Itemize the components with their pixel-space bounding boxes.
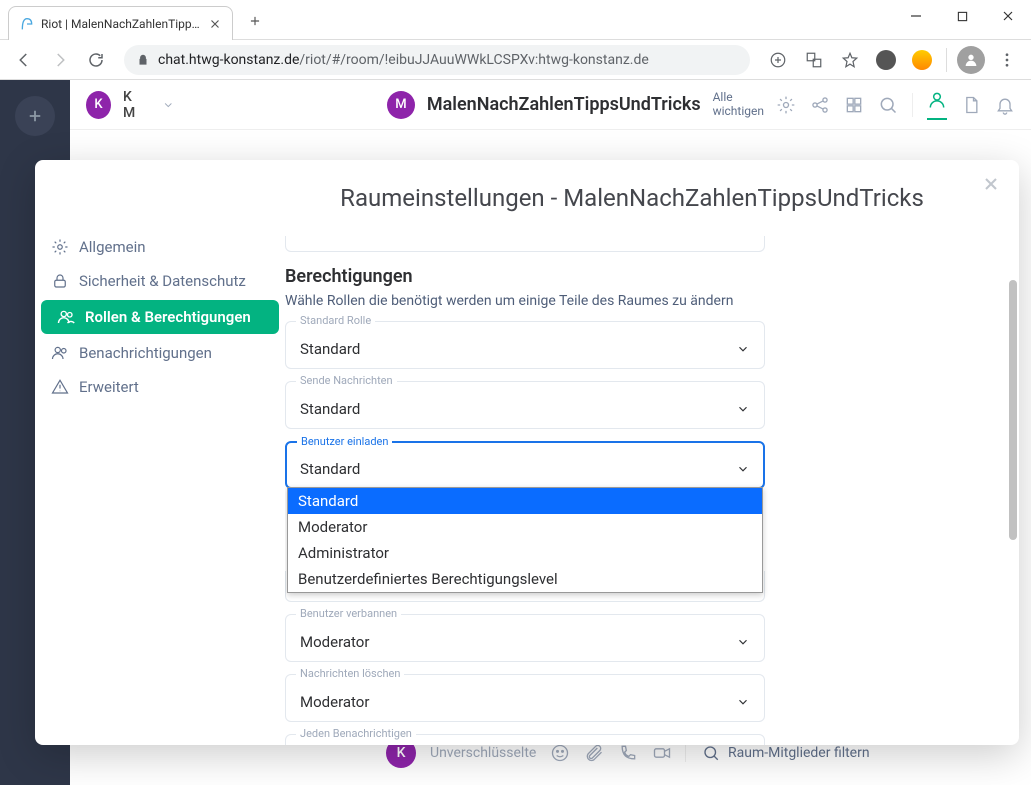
phone-icon[interactable] <box>618 743 638 763</box>
sidebar-item-general[interactable]: Allgemein <box>35 230 285 264</box>
dropdown-option-moderator[interactable]: Moderator <box>288 514 762 540</box>
permissions-description: Wähle Rollen die benötigt werden um eini… <box>285 293 765 309</box>
apps-grid-icon[interactable] <box>844 95 864 115</box>
gear-icon <box>51 238 69 256</box>
dropdown-option-administrator[interactable]: Administrator <box>288 540 762 566</box>
tab-title: Riot | MalenNachZahlenTippsUnd… <box>41 17 202 31</box>
warning-icon <box>51 378 69 396</box>
notification-filter[interactable]: Alle wichtigen <box>713 91 764 117</box>
bell-icon[interactable] <box>995 95 1015 115</box>
sidebar-item-security[interactable]: Sicherheit & Datenschutz <box>35 264 285 298</box>
room-name: MalenNachZahlenTippsUndTricks <box>427 94 701 115</box>
invite-users-select[interactable]: Benutzer einladen Standard Standard Mode… <box>285 441 765 489</box>
people-outline-icon <box>51 344 69 362</box>
forward-button[interactable] <box>44 44 76 76</box>
default-role-select[interactable]: Standard Rolle Standard <box>285 321 765 369</box>
gear-icon[interactable] <box>776 95 796 115</box>
extension-2-icon[interactable] <box>906 44 938 76</box>
search-icon <box>702 744 720 762</box>
reload-button[interactable] <box>80 44 112 76</box>
minimize-button[interactable] <box>893 0 939 32</box>
user-menu[interactable]: K M <box>123 89 150 121</box>
back-button[interactable] <box>8 44 40 76</box>
translate-icon[interactable] <box>798 44 830 76</box>
lock-icon <box>51 272 69 290</box>
scrollbar[interactable] <box>1003 160 1019 745</box>
people-icon[interactable] <box>927 90 947 110</box>
remove-messages-select[interactable]: Nachrichten löschen Moderator <box>285 674 765 722</box>
chevron-down-icon <box>736 402 750 416</box>
file-icon[interactable] <box>961 95 981 115</box>
role-dropdown: Standard Moderator Administrator Benutze… <box>287 487 763 593</box>
room-settings-dialog: Allgemein Sicherheit & Datenschutz Rolle… <box>35 160 1019 745</box>
chevron-down-icon <box>736 635 750 649</box>
user-avatar[interactable]: K <box>86 91 111 119</box>
extension-1-icon[interactable] <box>870 44 902 76</box>
app-header: K K M M MalenNachZahlenTippsUndTricks Al… <box>70 80 1031 130</box>
bookmark-star-icon[interactable] <box>834 44 866 76</box>
attachment-icon[interactable] <box>584 743 604 763</box>
chevron-down-icon <box>736 695 750 709</box>
settings-content: Raumeinstellungen - MalenNachZahlenTipps… <box>285 160 1019 745</box>
address-bar[interactable]: chat.htwg-konstanz.de/riot/#/room/!eibuJ… <box>124 45 750 75</box>
dialog-title: Raumeinstellungen - MalenNachZahlenTipps… <box>285 184 979 212</box>
window-controls <box>893 0 1031 32</box>
kebab-menu-icon[interactable] <box>991 44 1023 76</box>
browser-titlebar: Riot | MalenNachZahlenTippsUnd… <box>0 0 1031 40</box>
permissions-heading: Berechtigungen <box>285 266 765 287</box>
chevron-down-icon[interactable] <box>162 98 175 112</box>
sidebar-item-roles[interactable]: Rollen & Berechtigungen <box>41 300 279 334</box>
sidebar-item-advanced[interactable]: Erweitert <box>35 370 285 404</box>
close-window-button[interactable] <box>985 0 1031 32</box>
share-icon[interactable] <box>810 95 830 115</box>
search-icon[interactable] <box>878 95 898 115</box>
dropdown-option-custom[interactable]: Benutzerdefiniertes Berechtigungslevel <box>288 566 762 592</box>
compose-button[interactable] <box>15 96 55 136</box>
close-tab-icon[interactable] <box>208 17 222 31</box>
emoji-icon[interactable] <box>550 743 570 763</box>
dropdown-option-standard[interactable]: Standard <box>288 488 762 514</box>
people-icon <box>57 308 75 326</box>
sidebar-item-notifications[interactable]: Benachrichtigungen <box>35 336 285 370</box>
lock-icon <box>136 53 150 67</box>
url-text: chat.htwg-konstanz.de/riot/#/room/!eibuJ… <box>158 52 649 68</box>
ban-users-select[interactable]: Benutzer verbannen Moderator <box>285 614 765 662</box>
maximize-button[interactable] <box>939 0 985 32</box>
notify-everyone-select[interactable]: Jeden Benachrichtigen Moderator <box>285 734 765 745</box>
browser-toolbar: chat.htwg-konstanz.de/riot/#/room/!eibuJ… <box>0 40 1031 80</box>
new-tab-button[interactable] <box>241 7 269 35</box>
zoom-plus-icon[interactable] <box>762 44 794 76</box>
favicon-icon <box>19 16 35 32</box>
video-icon[interactable] <box>652 743 672 763</box>
browser-tab[interactable]: Riot | MalenNachZahlenTippsUnd… <box>8 6 233 40</box>
settings-sidebar: Allgemein Sicherheit & Datenschutz Rolle… <box>35 160 285 745</box>
scrollbar-thumb[interactable] <box>1009 280 1017 540</box>
previous-section-bottom <box>285 236 765 252</box>
room-avatar: M <box>387 91 415 119</box>
send-messages-select[interactable]: Sende Nachrichten Standard <box>285 381 765 429</box>
member-filter[interactable]: Raum-Mitglieder filtern <box>685 744 1015 762</box>
composer-input[interactable]: Unverschlüsselte <box>430 745 536 761</box>
chevron-down-icon <box>736 342 750 356</box>
chevron-down-icon <box>736 462 750 476</box>
profile-button[interactable] <box>955 44 987 76</box>
